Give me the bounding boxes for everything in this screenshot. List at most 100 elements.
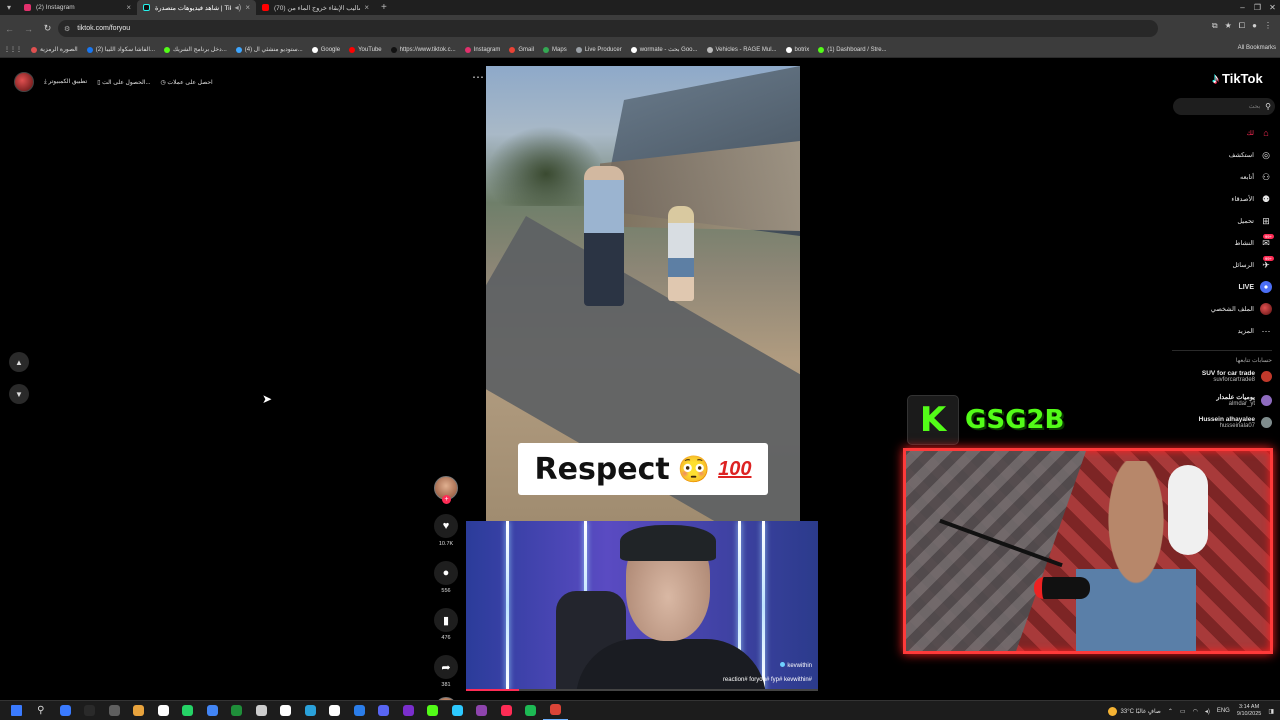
taskbar-app-icon[interactable]: [102, 701, 127, 720]
bookmark-item[interactable]: Maps: [543, 46, 567, 53]
menu-icon[interactable]: ⋮: [1264, 21, 1272, 31]
new-tab-button[interactable]: +: [381, 2, 387, 13]
following-account[interactable]: SUV for car trade suvforcartrade8: [1152, 370, 1272, 383]
taskbar-app-icon[interactable]: [445, 701, 470, 720]
address-bar[interactable]: ⚙ tiktok.com/foryou: [58, 20, 1158, 37]
taskbar-app-icon[interactable]: [372, 701, 397, 720]
close-tab-icon[interactable]: ×: [245, 3, 250, 12]
following-account[interactable]: يوميات علمدار almdar_yt: [1152, 393, 1272, 407]
desktop-app-link[interactable]: ⤓ تطبيق الكمبيوتر: [44, 78, 87, 86]
sidebar-item[interactable]: النشاط ✉ 99+: [1162, 232, 1274, 254]
bookmark-item[interactable]: https://www.tiktok.c...: [390, 46, 456, 53]
taskbar-app-icon[interactable]: [225, 701, 250, 720]
taskbar-app-icon[interactable]: [494, 701, 519, 720]
sidebar-item[interactable]: الرسائل ✈ 99+: [1162, 254, 1274, 276]
forward-icon[interactable]: →: [19, 24, 38, 34]
close-window-icon[interactable]: ✕: [1265, 0, 1280, 15]
profile-icon[interactable]: ●: [1252, 21, 1257, 31]
taskbar-app-icon[interactable]: [176, 701, 201, 720]
tray-chevron-icon[interactable]: ⌃: [1168, 708, 1173, 715]
minimize-icon[interactable]: –: [1235, 0, 1250, 15]
bookmark-item[interactable]: botrix: [785, 46, 809, 53]
speaker-icon[interactable]: ◂): [235, 3, 242, 12]
sidebar-item[interactable]: لك ⌂: [1162, 122, 1272, 144]
maximize-icon[interactable]: ❐: [1250, 0, 1265, 15]
tab-search-icon[interactable]: ▾: [0, 0, 18, 15]
previous-video-button[interactable]: ▲: [9, 352, 29, 372]
bookmark-item[interactable]: Gmail: [509, 46, 534, 53]
windows-start-icon[interactable]: [4, 701, 29, 720]
bookmark-item[interactable]: الصورة الرمزية: [31, 46, 78, 53]
save-button[interactable]: ▮: [434, 608, 458, 632]
site-info-icon[interactable]: ⚙: [64, 25, 70, 33]
bookmark-item[interactable]: دخل برنامج الشريك...: [164, 46, 227, 53]
sidebar-item[interactable]: المزيد ⋯: [1162, 320, 1272, 342]
clock[interactable]: 3:14 AM 9/10/2025: [1237, 704, 1261, 718]
like-button[interactable]: ♥: [434, 514, 458, 538]
taskbar-app-icon[interactable]: [274, 701, 299, 720]
close-tab-icon[interactable]: ×: [364, 3, 369, 12]
taskbar-app-icon[interactable]: [78, 701, 103, 720]
creator-avatar[interactable]: +: [434, 476, 458, 504]
taskbar-app-icon[interactable]: [127, 701, 152, 720]
taskbar-app-icon[interactable]: [53, 701, 78, 720]
bookmark-item[interactable]: (1) Dashboard / Stre...: [818, 46, 887, 53]
reload-icon[interactable]: ↻: [38, 23, 57, 34]
weather-widget[interactable]: 33°C صافٍ غالبًا: [1107, 706, 1161, 716]
following-account[interactable]: Hussein alhayalee husseinala07: [1152, 416, 1272, 429]
taskbar-app-icon[interactable]: [396, 701, 421, 720]
wifi-icon[interactable]: ◠: [1193, 708, 1198, 715]
taskbar-app-icon[interactable]: [519, 701, 544, 720]
taskbar-app-icon[interactable]: [249, 701, 274, 720]
taskbar-app-icon[interactable]: [347, 701, 372, 720]
install-app-icon[interactable]: ⧉: [1212, 21, 1218, 31]
bookmark-star-icon[interactable]: ★: [1225, 21, 1232, 31]
sidebar-item[interactable]: استكشف ◎: [1162, 144, 1272, 166]
taskbar-app-icon[interactable]: [151, 701, 176, 720]
all-bookmarks-button[interactable]: All Bookmarks: [1238, 45, 1276, 51]
search-icon[interactable]: ⚲: [29, 701, 54, 720]
taskbar-app-icon[interactable]: [323, 701, 348, 720]
get-coins-link[interactable]: ◷ احصل على عملات: [161, 79, 213, 86]
taskbar-app-icon[interactable]: [298, 701, 323, 720]
volume-icon[interactable]: ◂): [1205, 708, 1210, 715]
bookmark-item[interactable]: Live Producer: [575, 46, 622, 53]
taskbar-app-icon[interactable]: [543, 701, 568, 720]
taskbar-app-icon[interactable]: [470, 701, 495, 720]
sidebar-item[interactable]: الملف الشخصي: [1162, 298, 1272, 320]
sidebar-item[interactable]: تحميل ⊞: [1162, 210, 1272, 232]
network-icon[interactable]: ▭: [1180, 708, 1186, 715]
browser-tab-youtube[interactable]: (70) أساليب الإبقاء خروج الماء من ×: [256, 0, 375, 15]
more-options-icon[interactable]: ⋯: [472, 70, 484, 84]
share-button[interactable]: ➦: [434, 655, 458, 679]
video-progress-bar[interactable]: [466, 689, 818, 691]
search-icon[interactable]: ⚲: [1265, 102, 1271, 111]
extensions-icon[interactable]: ⧠: [1239, 21, 1245, 31]
next-video-button[interactable]: ▼: [9, 384, 29, 404]
video-player[interactable]: Respect 😳 100: [486, 66, 800, 522]
sidebar-item[interactable]: الأصدقاء ⚉: [1162, 188, 1272, 210]
bookmark-item[interactable]: (2) الفاشا سكواد الليبا...: [86, 46, 155, 53]
notification-icon[interactable]: ◨: [1268, 708, 1274, 715]
bookmark-item[interactable]: YouTube: [349, 46, 382, 53]
tiktok-logo[interactable]: ♪ TikTok: [1212, 70, 1263, 86]
bookmark-item[interactable]: Instagram: [464, 46, 500, 53]
bookmark-item[interactable]: Google: [311, 46, 340, 53]
get-app-link[interactable]: ▯ الحصول على الت...: [97, 79, 150, 86]
comment-button[interactable]: ●: [434, 561, 458, 585]
apps-grid-icon[interactable]: ⋮⋮⋮: [4, 46, 22, 53]
browser-tab-instagram[interactable]: (2) Instagram ×: [18, 0, 137, 15]
bookmark-item[interactable]: wormate - بحث Goo...: [630, 46, 698, 53]
bookmark-item[interactable]: Vehicles - RAGE Mul...: [706, 46, 777, 53]
taskbar-app-icon[interactable]: [200, 701, 225, 720]
sidebar-item[interactable]: أتابعه ⚇: [1162, 166, 1272, 188]
user-avatar[interactable]: [14, 72, 34, 92]
follow-plus-icon[interactable]: +: [442, 495, 451, 504]
taskbar-app-icon[interactable]: [421, 701, 446, 720]
search-input[interactable]: بحث ⚲: [1173, 98, 1275, 115]
language-indicator[interactable]: ENG: [1217, 708, 1230, 714]
back-icon[interactable]: ←: [0, 24, 19, 34]
close-tab-icon[interactable]: ×: [126, 3, 131, 12]
bookmark-item[interactable]: (4) ستوديو منشئي ال...: [235, 46, 303, 53]
browser-tab-tiktok[interactable]: شاهد فيديوهات متصدرة | TikTok ◂) ×: [137, 0, 256, 15]
